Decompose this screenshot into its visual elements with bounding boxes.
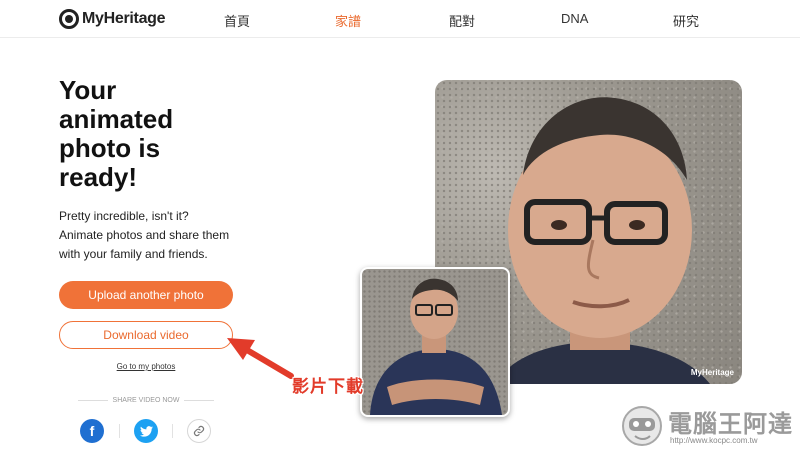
download-video-button[interactable]: Download video [59,321,233,349]
facebook-icon: f [89,423,95,439]
divider [172,424,173,438]
twitter-icon [139,425,153,437]
subtitle: Pretty incredible, isn't it? Animate pho… [59,207,259,264]
person-figure [370,278,502,415]
share-video-label: SHARE VIDEO NOW [78,397,214,404]
nav-item-research[interactable]: 研究 [673,11,699,30]
logo-text: MyHeritage [82,10,166,27]
title-line: Your [59,75,117,105]
divider [119,424,120,438]
site-watermark-title: 電腦王阿達 [668,411,793,438]
original-photo-thumbnail[interactable] [360,267,510,417]
title-line: photo is [59,133,161,163]
title-line: ready! [59,162,138,192]
title-line: animated [59,104,174,134]
copy-link-button[interactable] [187,419,211,443]
facebook-share-button[interactable]: f [80,419,104,443]
twitter-share-button[interactable] [134,419,158,443]
share-label-text: SHARE VIDEO NOW [112,397,180,404]
nav-item-matches[interactable]: 配對 [449,11,475,30]
site-watermark-url: http://www.kocpc.com.tw [670,436,758,445]
mascot-icon [622,406,662,446]
myheritage-logo[interactable]: MyHeritage [59,9,166,29]
top-nav-bar: MyHeritage 首頁 家譜 配對 DNA 研究 [0,0,800,38]
subtitle-line: with your family and friends. [59,247,208,261]
nav-item-home[interactable]: 首頁 [224,11,250,30]
myheritage-logo-icon [59,9,79,29]
annotation-label: 影片下載 [292,377,364,396]
myheritage-watermark: MyHeritage [690,368,734,377]
nav-item-family-tree[interactable]: 家譜 [335,11,361,30]
subtitle-line: Pretty incredible, isn't it? [59,209,189,223]
page-title: Your animated photo is ready! [59,76,259,192]
site-watermark: 電腦王阿達 http://www.kocpc.com.tw [620,402,795,452]
go-to-my-photos-link[interactable]: Go to my photos [59,362,233,371]
annotation-arrow [227,338,294,379]
subtitle-line: Animate photos and share them [59,228,230,242]
link-icon [193,425,205,437]
nav-item-dna[interactable]: DNA [561,11,588,26]
divider [184,400,214,401]
divider [78,400,108,401]
upload-another-photo-button[interactable]: Upload another photo [59,281,233,309]
